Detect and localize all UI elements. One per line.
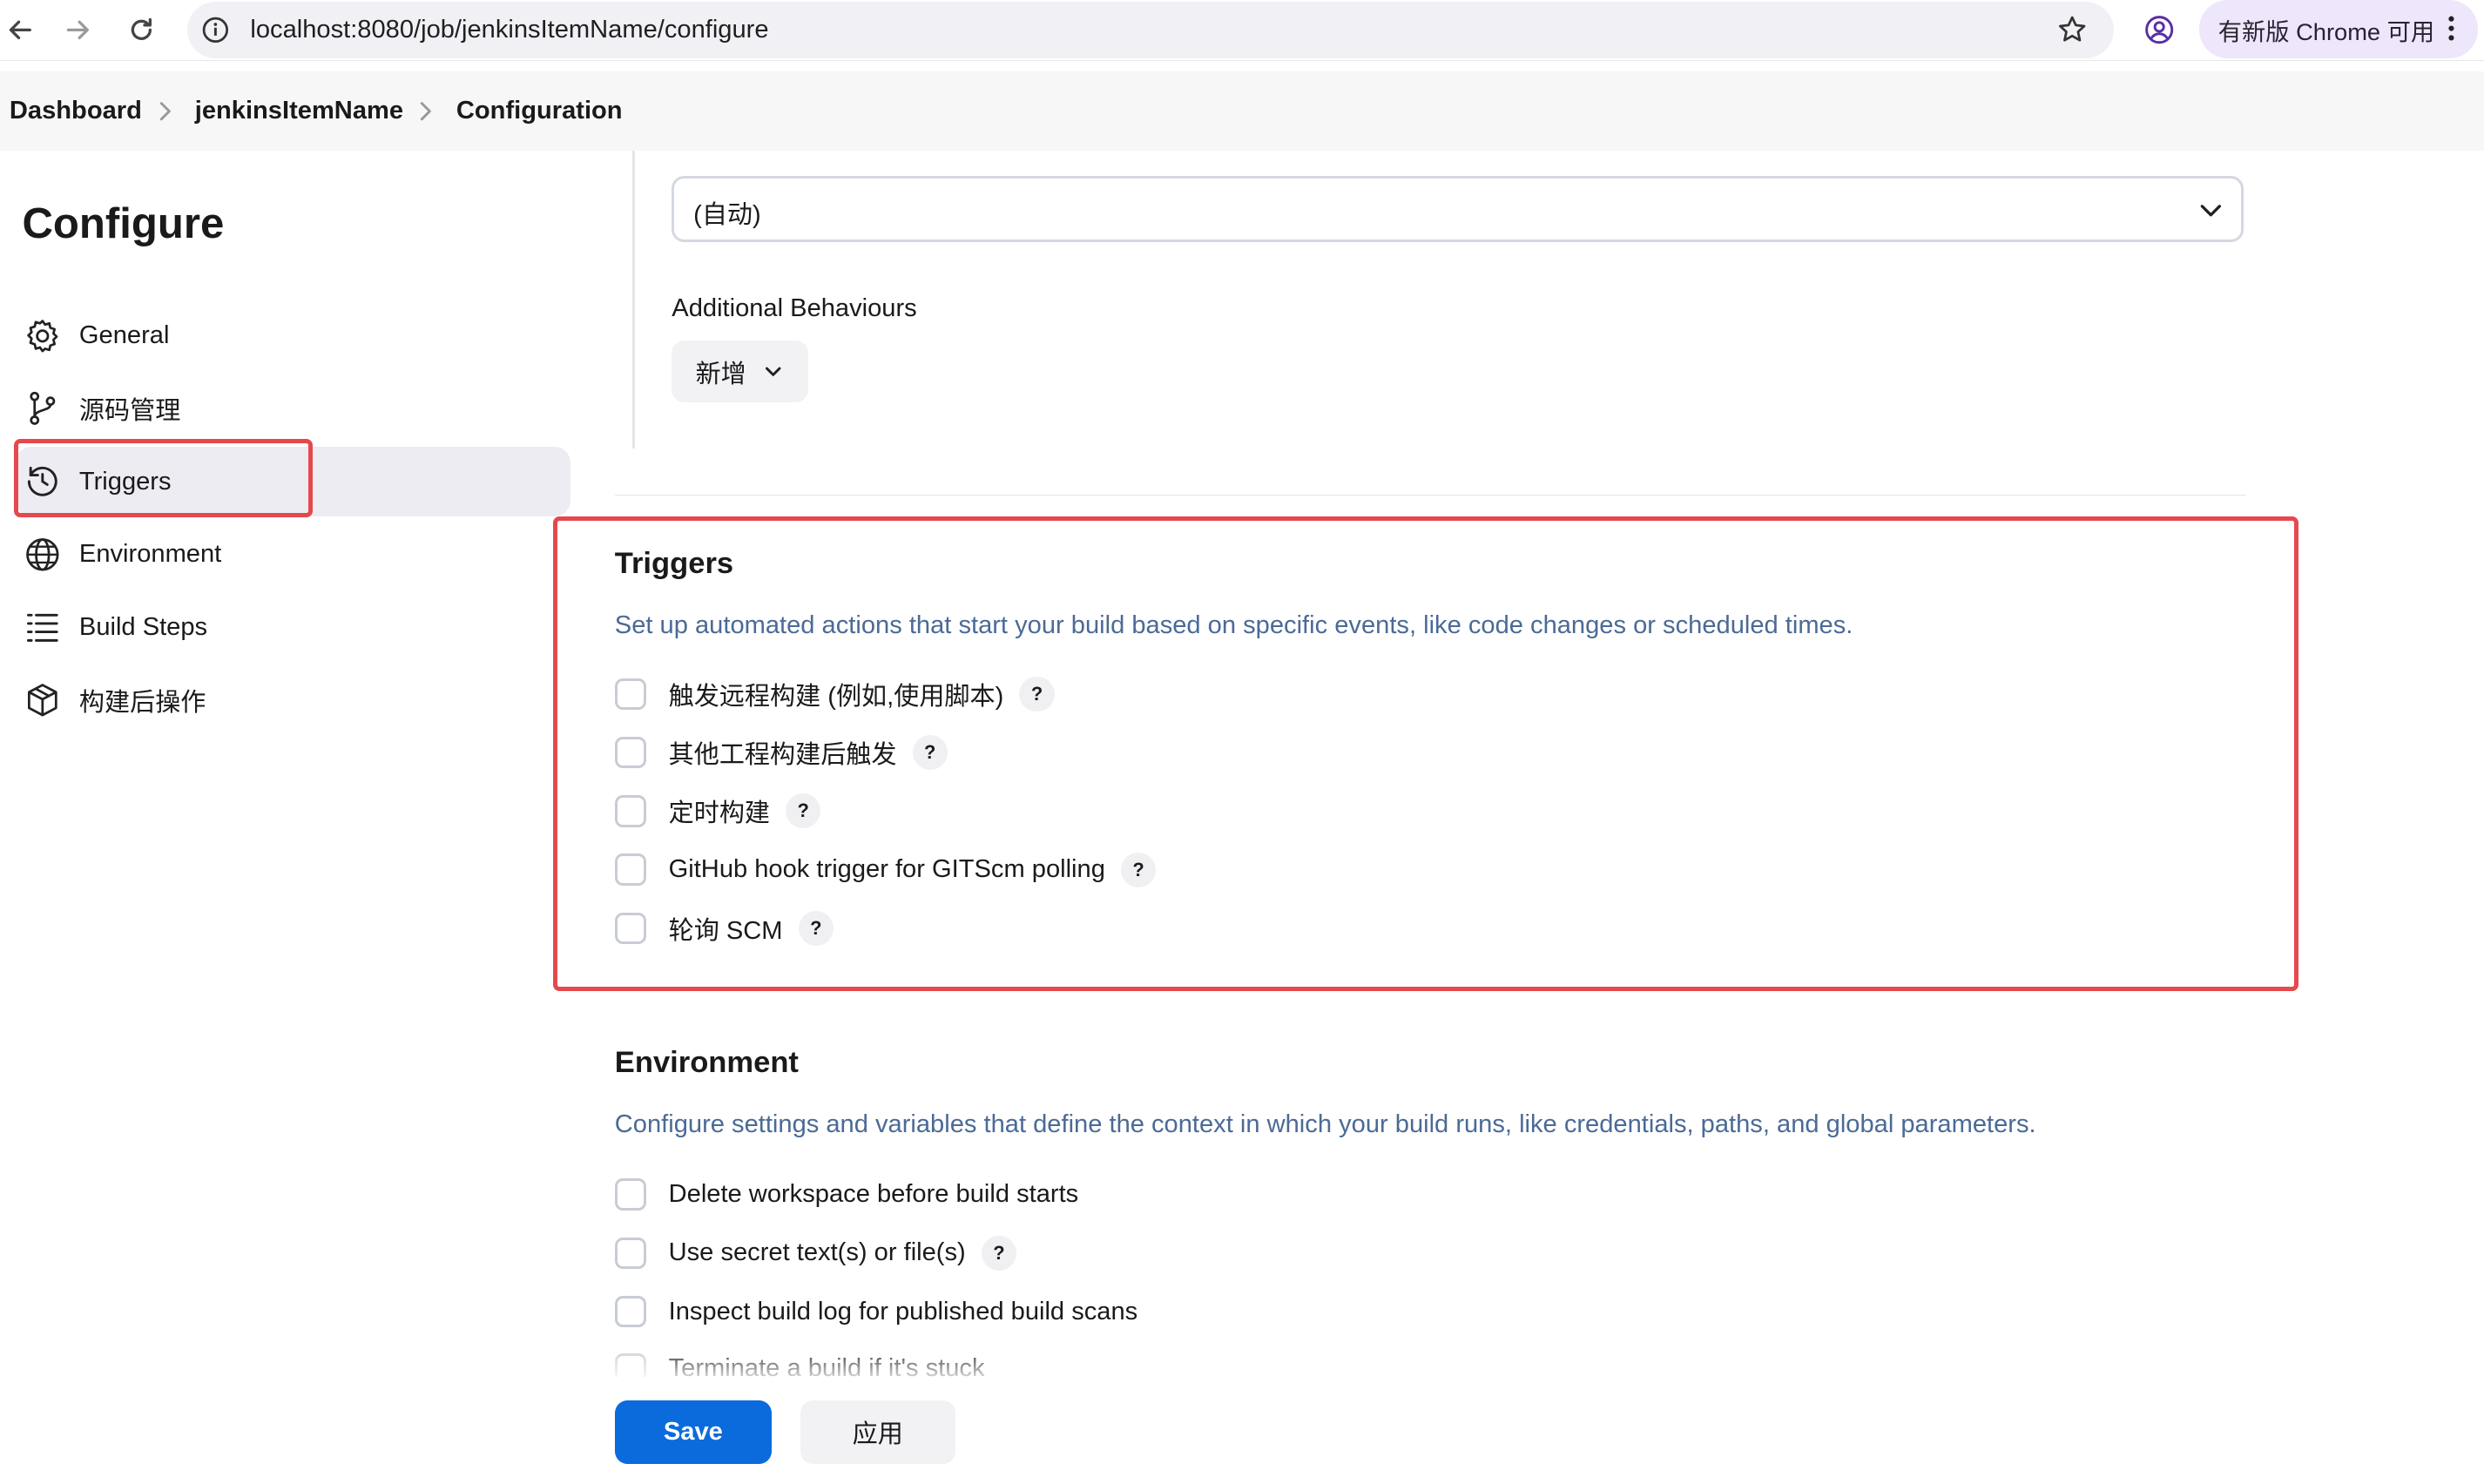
checkbox[interactable] [614, 1237, 647, 1270]
sidebar-item-label: Build Steps [78, 612, 208, 641]
checkbox[interactable] [614, 736, 647, 769]
add-behaviour-button[interactable]: 新增 [672, 341, 808, 403]
add-button-label: 新增 [695, 360, 746, 388]
section-indent-line [631, 150, 636, 449]
package-icon [22, 679, 63, 720]
bookmark-star-icon[interactable] [2056, 14, 2088, 52]
chevron-down-icon [2200, 205, 2221, 217]
breadcrumb-job[interactable]: jenkinsItemName [195, 97, 403, 125]
option-label[interactable]: 定时构建 [669, 793, 770, 829]
triggers-section-description: Set up automated actions that start your… [614, 611, 1853, 640]
help-icon[interactable]: ? [912, 735, 948, 771]
sidebar-item-label: 构建后操作 [78, 689, 206, 718]
trigger-option-after-other-projects: 其他工程构建后触发 ? [614, 732, 948, 772]
triggers-section-title: Triggers [614, 546, 734, 580]
gear-icon [22, 315, 63, 356]
option-label[interactable]: 触发远程构建 (例如,使用脚本) [669, 676, 1004, 712]
sidebar-item-label: 源码管理 [78, 397, 181, 426]
sidebar-item-label: General [78, 321, 170, 350]
help-icon[interactable]: ? [798, 910, 834, 946]
back-button[interactable] [0, 10, 41, 51]
checkbox[interactable] [614, 678, 647, 710]
more-vert-icon [2447, 16, 2456, 47]
save-button[interactable]: Save [614, 1400, 772, 1464]
chrome-update-button[interactable]: 有新版 Chrome 可用 [2198, 0, 2479, 59]
checkbox[interactable] [614, 912, 647, 945]
repository-browser-select[interactable]: (自动) [672, 175, 2244, 243]
help-icon[interactable]: ? [786, 793, 821, 829]
select-value: (自动) [693, 201, 761, 230]
option-label[interactable]: 其他工程构建后触发 [669, 734, 897, 771]
clock-icon [22, 461, 63, 502]
sidebar-item-label: Environment [78, 540, 222, 569]
sidebar-item-general[interactable]: General [16, 301, 570, 371]
checkbox[interactable] [614, 1178, 647, 1211]
env-option-inspect-build-log: Inspect build log for published build sc… [614, 1292, 1138, 1332]
forward-button[interactable] [57, 10, 98, 51]
breadcrumb-configuration[interactable]: Configuration [456, 97, 623, 125]
help-icon[interactable]: ? [1019, 676, 1055, 712]
trigger-option-remote-build: 触发远程构建 (例如,使用脚本) ? [614, 673, 1055, 714]
sidebar-item-label: Triggers [78, 467, 172, 496]
globe-icon [22, 534, 63, 575]
option-label[interactable]: 轮询 SCM [669, 910, 783, 947]
breadcrumb: Dashboard jenkinsItemName Configuration [0, 71, 2484, 151]
option-label[interactable]: Inspect build log for published build sc… [669, 1298, 1138, 1326]
page-title: Configure [22, 200, 225, 248]
environment-section-title: Environment [614, 1045, 799, 1079]
branch-icon [22, 388, 63, 429]
trigger-option-github-hook: GitHub hook trigger for GITScm polling ? [614, 849, 1157, 890]
section-divider [614, 494, 2247, 496]
profile-icon [2145, 16, 2174, 44]
env-option-delete-workspace: Delete workspace before build starts [614, 1174, 1079, 1215]
chevron-down-icon [762, 361, 784, 382]
help-icon[interactable]: ? [981, 1235, 1016, 1271]
additional-behaviours-label: Additional Behaviours [672, 294, 917, 323]
arrow-left-icon [10, 20, 32, 40]
trigger-option-build-periodically: 定时构建 ? [614, 791, 821, 832]
checkbox[interactable] [614, 1296, 647, 1328]
browser-toolbar: localhost:8080/job/jenkinsItemName/confi… [0, 0, 2484, 62]
reload-icon [131, 18, 152, 41]
option-label[interactable]: Delete workspace before build starts [669, 1180, 1079, 1209]
chevron-right-icon [160, 101, 172, 120]
breadcrumb-dashboard[interactable]: Dashboard [10, 97, 142, 125]
env-option-secret-text: Use secret text(s) or file(s) ? [614, 1232, 1016, 1273]
help-icon[interactable]: ? [1121, 852, 1157, 887]
sidebar-item-triggers[interactable]: Triggers [16, 446, 570, 517]
arrow-right-icon [66, 20, 89, 40]
site-info-icon[interactable] [201, 16, 230, 51]
chevron-right-icon [420, 101, 431, 120]
sidebar-item-build-steps[interactable]: Build Steps [16, 592, 570, 662]
address-bar[interactable]: localhost:8080/job/jenkinsItemName/confi… [186, 1, 2114, 59]
sidebar-item-post-build[interactable]: 构建后操作 [16, 665, 570, 735]
checkbox[interactable] [614, 853, 647, 886]
trigger-option-poll-scm: 轮询 SCM ? [614, 907, 834, 948]
update-label: 有新版 Chrome 可用 [2217, 17, 2435, 45]
form-action-bar [0, 1376, 2484, 1484]
environment-section-description: Configure settings and variables that de… [614, 1110, 2036, 1139]
sidebar-item-environment[interactable]: Environment [16, 520, 570, 590]
list-icon [22, 607, 63, 648]
option-label[interactable]: Use secret text(s) or file(s) [669, 1238, 966, 1267]
sidebar-item-source-control[interactable]: 源码管理 [16, 374, 570, 443]
url-text[interactable]: localhost:8080/job/jenkinsItemName/confi… [250, 16, 768, 44]
checkbox[interactable] [614, 795, 647, 827]
profile-button[interactable] [2139, 10, 2180, 51]
apply-button[interactable]: 应用 [800, 1400, 955, 1464]
reload-button[interactable] [120, 10, 161, 51]
option-label[interactable]: GitHub hook trigger for GITScm polling [669, 855, 1105, 884]
